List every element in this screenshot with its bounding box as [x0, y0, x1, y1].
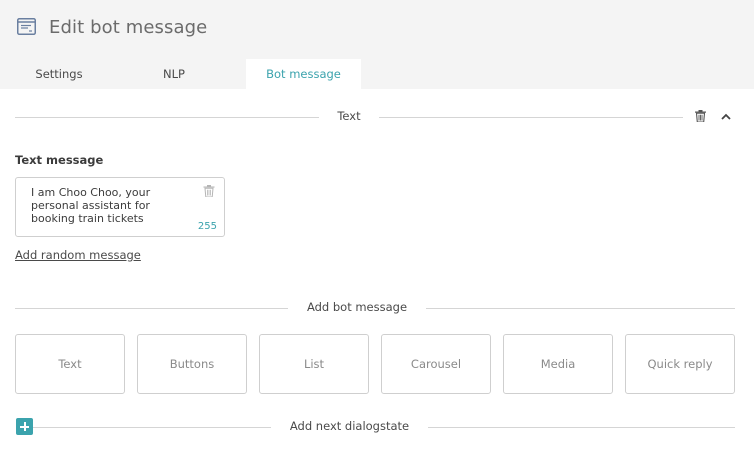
text-message-label: Text message — [15, 153, 104, 167]
next-divider-right — [428, 427, 735, 428]
text-message-input[interactable]: I am Choo Choo, your personal assistant … — [15, 177, 225, 237]
section-divider-right — [379, 117, 683, 118]
add-buttons-button[interactable]: Buttons — [137, 334, 247, 394]
page-title: Edit bot message — [49, 17, 208, 38]
chat-window-icon — [17, 18, 36, 35]
add-list-button[interactable]: List — [259, 334, 369, 394]
section-title: Text — [337, 109, 361, 123]
add-quick-reply-button[interactable]: Quick reply — [625, 334, 735, 394]
add-text-button[interactable]: Text — [15, 334, 125, 394]
chevron-up-icon[interactable] — [719, 109, 733, 123]
trash-icon[interactable] — [203, 185, 215, 197]
add-carousel-button[interactable]: Carousel — [381, 334, 491, 394]
tab-settings[interactable]: Settings — [15, 59, 103, 89]
char-count: 255 — [197, 221, 217, 232]
add-random-message-link[interactable]: Add random message — [15, 248, 141, 262]
add-bot-divider-left — [15, 308, 288, 309]
next-divider-left — [33, 427, 271, 428]
add-media-button[interactable]: Media — [503, 334, 613, 394]
add-next-dialogstate-button[interactable] — [16, 418, 33, 435]
add-next-dialogstate-label: Add next dialogstate — [289, 419, 410, 433]
tab-nlp[interactable]: NLP — [135, 59, 213, 89]
header-bar: Edit bot message Settings NLP Bot messag… — [0, 0, 754, 89]
add-bot-message-title: Add bot message — [306, 300, 408, 314]
tab-bot-message[interactable]: Bot message — [246, 59, 361, 89]
section-divider-left — [15, 117, 319, 118]
trash-icon[interactable] — [693, 109, 707, 123]
text-message-value[interactable]: I am Choo Choo, your personal assistant … — [31, 186, 191, 225]
add-bot-divider-right — [426, 308, 735, 309]
